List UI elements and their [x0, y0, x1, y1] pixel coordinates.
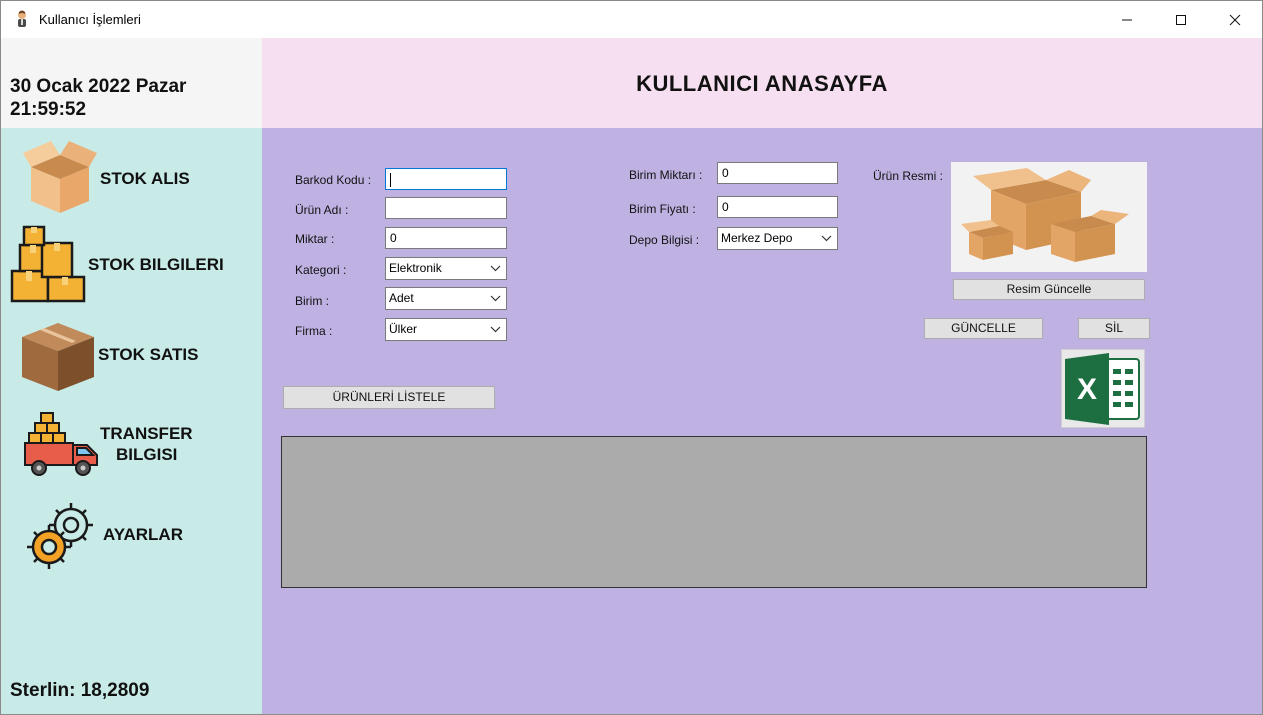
unit-value: Adet: [389, 291, 414, 305]
warehouse-label: Depo Bilgisi :: [629, 233, 700, 247]
chevron-down-icon: [821, 235, 832, 242]
chevron-down-icon: [490, 295, 501, 302]
products-data-grid[interactable]: [281, 436, 1147, 588]
product-image: [951, 162, 1147, 272]
update-image-button[interactable]: Resim Güncelle: [953, 279, 1145, 300]
sidebar: STOK ALIS STOK BILGILERI STOK SATIS TRAN…: [1, 128, 262, 714]
update-button[interactable]: GÜNCELLE: [924, 318, 1043, 339]
excel-export-button[interactable]: X: [1061, 349, 1145, 428]
company-value: Ülker: [389, 322, 418, 336]
category-value: Elektronik: [389, 261, 442, 275]
unit-label: Birim :: [295, 294, 329, 308]
time-label: 21:59:52: [10, 99, 87, 120]
unit-amount-input[interactable]: 0: [717, 162, 838, 184]
list-products-button[interactable]: ÜRÜNLERİ LİSTELE: [283, 386, 495, 409]
sidebar-item-stok-satis[interactable]: STOK SATIS: [1, 315, 262, 395]
currency-rate-label: Sterlin: 18,2809: [10, 680, 150, 701]
close-icon: [1229, 14, 1241, 25]
delete-button[interactable]: SİL: [1078, 318, 1150, 339]
maximize-icon: [1176, 14, 1186, 25]
sidebar-item-label: STOK BILGILERI: [88, 255, 224, 274]
warehouse-select[interactable]: Merkez Depo: [717, 227, 838, 250]
minimize-icon: [1122, 19, 1132, 20]
product-name-input[interactable]: [385, 197, 507, 219]
company-select[interactable]: Ülker: [385, 318, 507, 341]
sidebar-item-transfer-bilgisi[interactable]: TRANSFER BILGISI: [1, 405, 262, 485]
unit-select[interactable]: Adet: [385, 287, 507, 310]
sidebar-item-label: STOK SATIS: [98, 345, 199, 364]
maximize-button[interactable]: [1154, 1, 1208, 38]
window-title: Kullanıcı İşlemleri: [39, 12, 141, 27]
date-label: 30 Ocak 2022 Pazar: [10, 76, 187, 97]
chevron-down-icon: [490, 265, 501, 272]
product-name-label: Ürün Adı :: [295, 203, 349, 217]
gears-icon: [27, 503, 93, 569]
category-label: Kategori :: [295, 263, 347, 277]
page-title: KULLANICI ANASAYFA: [636, 71, 888, 96]
minimize-button[interactable]: [1100, 1, 1154, 38]
sidebar-item-label: AYARLAR: [103, 525, 183, 544]
svg-text:X: X: [1077, 373, 1097, 406]
app-window: Kullanıcı İşlemleri 30 Ocak 2022 Pazar 2…: [0, 0, 1263, 715]
delivery-truck-icon: [24, 412, 98, 476]
company-label: Firma :: [295, 324, 333, 338]
text-caret: [390, 172, 391, 187]
close-button[interactable]: [1208, 1, 1262, 38]
unit-price-input[interactable]: 0: [717, 196, 838, 218]
stacked-boxes-icon: [10, 225, 86, 303]
cardboard-boxes-image: [961, 168, 1129, 262]
unit-price-label: Birim Fiyatı :: [629, 202, 696, 216]
open-box-icon: [23, 141, 97, 213]
unit-amount-label: Birim Miktarı :: [629, 168, 703, 182]
sidebar-item-label: TRANSFER: [100, 424, 193, 443]
sidebar-item-label: STOK ALIS: [100, 169, 190, 188]
sidebar-item-stok-bilgileri[interactable]: STOK BILGILERI: [1, 225, 262, 305]
barcode-label: Barkod Kodu :: [295, 173, 372, 187]
barcode-input[interactable]: [385, 168, 507, 190]
title-bar: Kullanıcı İşlemleri: [1, 1, 1262, 38]
main-panel: Barkod Kodu : Ürün Adı : Miktar : 0 Kate…: [262, 128, 1262, 714]
category-select[interactable]: Elektronik: [385, 257, 507, 280]
datetime-panel: 30 Ocak 2022 Pazar 21:59:52: [1, 38, 262, 128]
warehouse-value: Merkez Depo: [721, 231, 793, 245]
product-image-label: Ürün Resmi :: [873, 169, 944, 183]
excel-icon: X: [1065, 353, 1140, 425]
quantity-input[interactable]: 0: [385, 227, 507, 249]
sidebar-item-stok-alis[interactable]: STOK ALIS: [1, 133, 262, 213]
chevron-down-icon: [490, 326, 501, 333]
page-header: KULLANICI ANASAYFA: [262, 38, 1262, 128]
closed-box-icon: [22, 323, 94, 391]
quantity-label: Miktar :: [295, 232, 335, 246]
sidebar-item-label-line2: BILGISI: [116, 445, 178, 464]
sidebar-item-ayarlar[interactable]: AYARLAR: [1, 495, 262, 575]
user-icon: [18, 10, 26, 27]
